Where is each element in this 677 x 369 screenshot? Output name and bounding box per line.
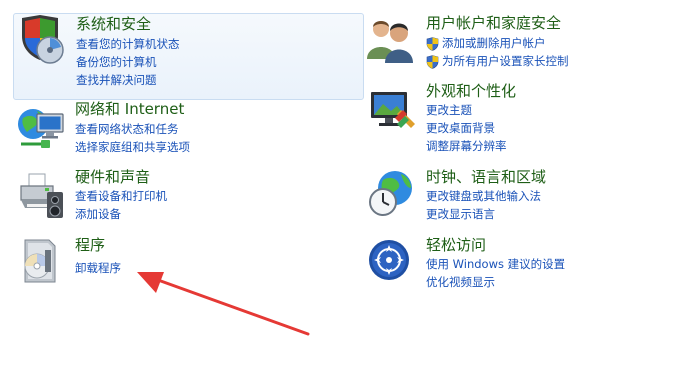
- system-security-icon: [22, 15, 64, 64]
- category-ease-of-access[interactable]: 轻松访问 使用 Windows 建议的设置 优化视频显示: [365, 236, 665, 292]
- change-theme-link[interactable]: 更改主题: [426, 103, 472, 118]
- uac-shield-icon: [426, 37, 439, 51]
- change-display-language-link[interactable]: 更改显示语言: [426, 207, 495, 222]
- category-title[interactable]: 网络和 Internet: [75, 100, 184, 118]
- category-programs[interactable]: 程序 卸载程序: [13, 236, 362, 286]
- link-label[interactable]: 为所有用户设置家长控制: [442, 54, 569, 68]
- homegroup-sharing-link[interactable]: 选择家庭组和共享选项: [75, 140, 190, 155]
- category-hardware-sound[interactable]: 硬件和声音 查看设备和打印机 添加设备: [13, 168, 362, 228]
- change-desktop-background-link[interactable]: 更改桌面背景: [426, 121, 495, 136]
- category-appearance[interactable]: 外观和个性化 更改主题 更改桌面背景 调整屏幕分辨率: [365, 82, 665, 162]
- add-remove-accounts-link[interactable]: 添加或删除用户帐户: [426, 36, 546, 51]
- category-system-security[interactable]: 系统和安全 查看您的计算机状态 备份您的计算机 查找并解决问题: [13, 13, 364, 100]
- category-title[interactable]: 系统和安全: [76, 15, 151, 33]
- category-title[interactable]: 用户帐户和家庭安全: [426, 14, 561, 32]
- category-network-internet[interactable]: 网络和 Internet 查看网络状态和任务 选择家庭组和共享选项: [13, 100, 362, 160]
- category-title[interactable]: 外观和个性化: [426, 82, 516, 100]
- uac-shield-icon: [426, 55, 439, 69]
- adjust-resolution-link[interactable]: 调整屏幕分辨率: [426, 139, 507, 154]
- category-title[interactable]: 程序: [75, 236, 105, 254]
- link-label[interactable]: 添加或删除用户帐户: [442, 36, 546, 50]
- optimize-display-link[interactable]: 优化视频显示: [426, 275, 495, 290]
- category-title[interactable]: 时钟、语言和区域: [426, 168, 546, 186]
- uninstall-program-link[interactable]: 卸载程序: [75, 261, 121, 276]
- add-device-link[interactable]: 添加设备: [75, 207, 121, 222]
- category-title[interactable]: 硬件和声音: [75, 168, 150, 186]
- category-title[interactable]: 轻松访问: [426, 236, 486, 254]
- view-computer-status-link[interactable]: 查看您的计算机状态: [76, 37, 180, 52]
- recommended-settings-link[interactable]: 使用 Windows 建议的设置: [426, 257, 565, 272]
- backup-computer-link[interactable]: 备份您的计算机: [76, 55, 157, 70]
- view-network-status-link[interactable]: 查看网络状态和任务: [75, 122, 179, 137]
- devices-printers-link[interactable]: 查看设备和打印机: [75, 189, 167, 204]
- clock-language-region-icon: [369, 171, 412, 216]
- category-user-accounts[interactable]: 用户帐户和家庭安全 添加或删除用户帐户 为所有用户设置家长控制: [365, 13, 665, 75]
- hardware-sound-icon: [20, 173, 63, 218]
- user-accounts-icon: [367, 21, 413, 63]
- ease-of-access-icon: [369, 240, 409, 280]
- change-keyboard-input-link[interactable]: 更改键盘或其他输入法: [426, 189, 541, 204]
- network-internet-icon: [18, 109, 64, 148]
- parental-controls-link[interactable]: 为所有用户设置家长控制: [426, 54, 569, 69]
- appearance-icon: [371, 92, 415, 128]
- category-clock-language-region[interactable]: 时钟、语言和区域 更改键盘或其他输入法 更改显示语言: [365, 168, 665, 228]
- troubleshoot-link[interactable]: 查找并解决问题: [76, 73, 157, 88]
- programs-icon: [24, 239, 56, 283]
